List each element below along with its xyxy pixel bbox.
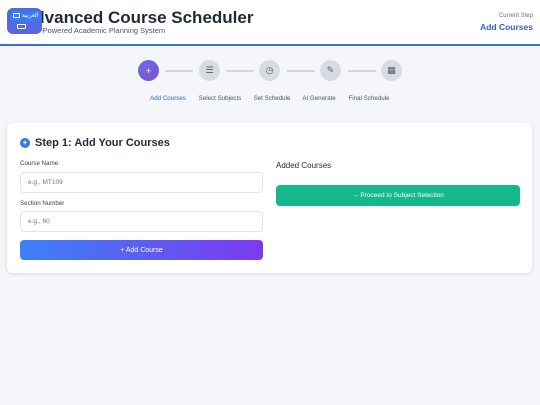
step-connector [165, 70, 193, 72]
step-label-set-schedule[interactable]: Set Schedule [254, 95, 291, 102]
current-step-label: Current Step [498, 13, 533, 19]
proceed-to-subject-selection-button[interactable]: → Proceed to Subject Selection [276, 185, 520, 206]
keyboard-icon [17, 24, 26, 29]
keyboard-icon [13, 12, 20, 18]
language-chip: العربية [10, 11, 42, 22]
step-connector [287, 70, 315, 72]
card-title: + Step 1: Add Your Courses [20, 137, 170, 149]
course-name-input[interactable] [20, 172, 263, 193]
app-title: Advanced Course Scheduler [22, 8, 254, 27]
language-toggle-button[interactable]: العربية [7, 8, 42, 34]
section-number-input[interactable] [20, 211, 263, 232]
step-3-clock-icon[interactable]: ◷ [259, 60, 280, 81]
step-1-plus-icon[interactable]: + [138, 60, 159, 81]
section-number-label: Section Number [20, 200, 65, 207]
add-courses-card: + Step 1: Add Your Courses Course Name S… [7, 123, 532, 273]
language-label: العربية [22, 13, 39, 19]
current-step-value: Add Courses [480, 22, 533, 32]
step-4-magic-wand-icon[interactable]: ✎ [320, 60, 341, 81]
step-label-select-subjects[interactable]: Select Subjects [199, 95, 242, 102]
app-header: Advanced Course Scheduler AI-Powered Aca… [0, 0, 540, 46]
course-name-label: Course Name [20, 160, 59, 167]
step-connector [226, 70, 254, 72]
step-label-add-courses[interactable]: Add Courses [150, 95, 186, 102]
add-course-button[interactable]: + Add Course [20, 240, 263, 260]
plus-circle-icon: + [20, 138, 30, 148]
added-courses-title: Added Courses [276, 161, 332, 170]
step-label-final-schedule[interactable]: Final Schedule [349, 95, 390, 102]
step-2-list-icon[interactable]: ☰ [199, 60, 220, 81]
step-label-ai-generate[interactable]: AI Generate [302, 95, 335, 102]
step-5-calendar-icon[interactable]: ▦ [381, 60, 402, 81]
app-subtitle: AI-Powered Academic Planning System [33, 26, 166, 35]
progress-stepper: + ☰ ◷ ✎ ▦ Add Courses Select Subjects Se… [0, 60, 540, 106]
step-connector [348, 70, 376, 72]
card-title-text: Step 1: Add Your Courses [35, 137, 170, 149]
